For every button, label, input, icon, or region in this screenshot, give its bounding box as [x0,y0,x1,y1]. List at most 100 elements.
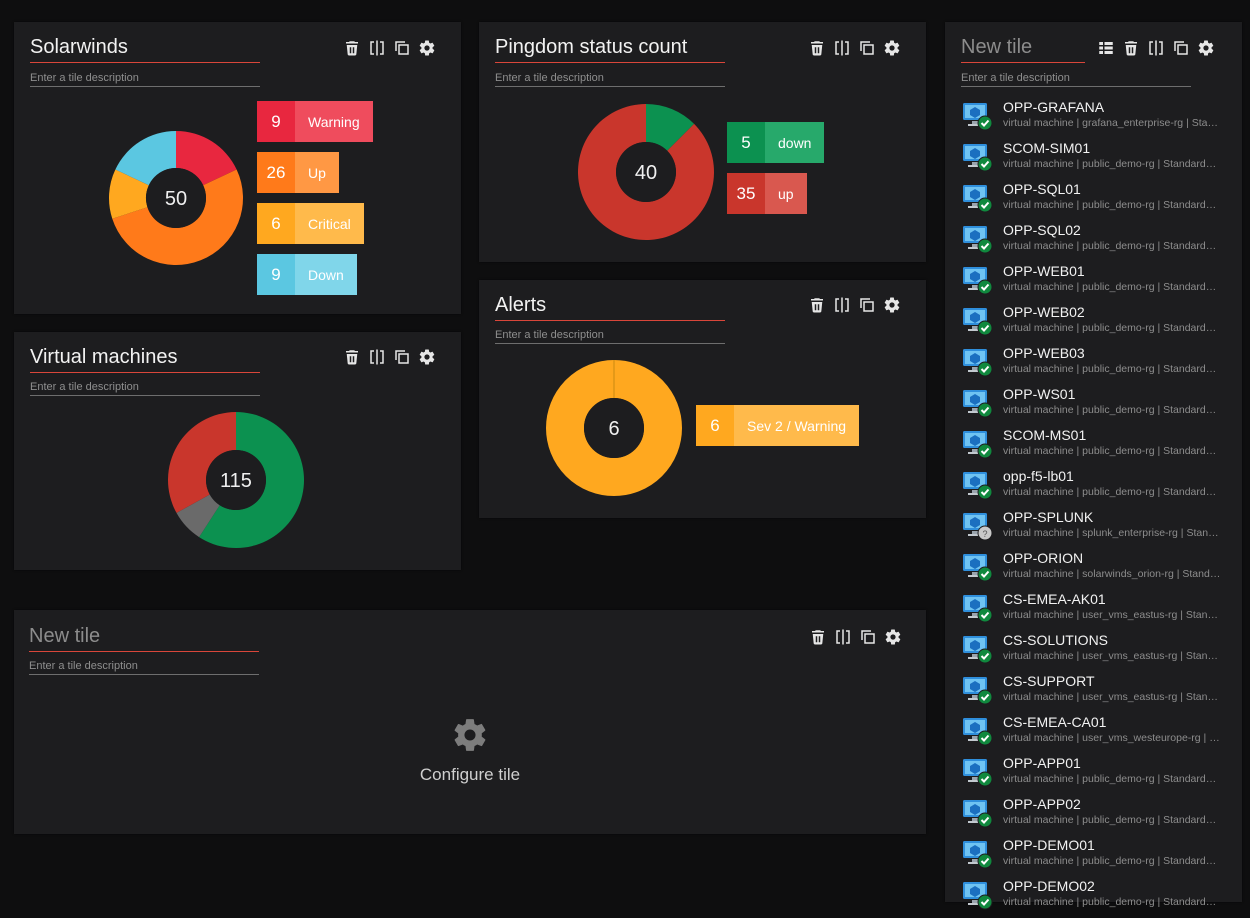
vm-details: virtual machine | public_demo-rg | Stand… [1003,158,1221,170]
legend-count: 6 [696,405,734,446]
configure-tile-button[interactable]: Configure tile [14,716,926,785]
donut-total: 40 [635,162,657,184]
legend-label: Down [295,254,357,295]
gear-icon[interactable] [884,628,902,646]
list-item-text: OPP-APP02 virtual machine | public_demo-… [1003,795,1221,827]
legend-count: 9 [257,101,295,142]
alerts-donut: 6 [546,360,682,496]
vm-details: virtual machine | user_vms_eastus-rg | S… [1003,691,1221,703]
copy-icon[interactable] [1172,39,1190,57]
vm-healthy-icon [961,673,993,705]
vm-details: virtual machine | public_demo-rg | Stand… [1003,363,1221,375]
list-item-text: opp-f5-lb01 virtual machine | public_dem… [1003,467,1221,499]
tile-description[interactable]: Enter a tile description [961,72,1070,84]
tile-description[interactable]: Enter a tile description [29,660,138,672]
vm-name: OPP-SPLUNK [1003,509,1094,525]
list-item[interactable]: OPP-APP01 virtual machine | public_demo-… [961,754,1231,795]
list-item[interactable]: SCOM-SIM01 virtual machine | public_demo… [961,139,1231,180]
vm-details: virtual machine | user_vms_eastus-rg | S… [1003,650,1221,662]
legend-count: 6 [257,203,295,244]
copy-icon[interactable] [859,628,877,646]
list-item-text: OPP-DEMO02 virtual machine | public_demo… [1003,877,1221,909]
tile-title[interactable]: New tile [961,36,1032,59]
vm-name: OPP-DEMO01 [1003,837,1095,853]
vm-name: SCOM-MS01 [1003,427,1087,443]
trash-icon[interactable] [809,628,827,646]
list-item-text: OPP-DEMO01 virtual machine | public_demo… [1003,836,1221,868]
list-item-text: OPP-WS01 virtual machine | public_demo-r… [1003,385,1221,417]
split-icon[interactable] [834,628,852,646]
description-underline [29,674,259,675]
donut-total: 6 [608,418,619,440]
list-item[interactable]: OPP-WEB01 virtual machine | public_demo-… [961,262,1231,303]
list-item[interactable]: OPP-GRAFANA virtual machine | grafana_en… [961,98,1231,139]
tile-solarwinds: Solarwinds Enter a tile description 50 9… [14,22,461,314]
solarwinds-donut: 50 [109,131,244,266]
trash-icon[interactable] [1122,39,1140,57]
split-icon[interactable] [1147,39,1165,57]
vm-healthy-icon [961,427,993,459]
vm-name: OPP-GRAFANA [1003,99,1105,115]
vm-details: virtual machine | public_demo-rg | Stand… [1003,445,1221,457]
legend-item[interactable]: 26 Up [257,152,373,193]
tile-title[interactable]: New tile [29,625,100,648]
tile-toolbar [809,628,902,646]
list-item[interactable]: OPP-SQL02 virtual machine | public_demo-… [961,221,1231,262]
vm-healthy-icon [961,591,993,623]
vm-details: virtual machine | public_demo-rg | Stand… [1003,322,1221,334]
list-item-text: OPP-WEB01 virtual machine | public_demo-… [1003,262,1221,294]
list-item[interactable]: OPP-APP02 virtual machine | public_demo-… [961,795,1231,836]
list-item-text: SCOM-SIM01 virtual machine | public_demo… [1003,139,1221,171]
legend-item[interactable]: 9 Warning [257,101,373,142]
gear-icon [454,719,486,751]
vm-name: OPP-WS01 [1003,386,1076,402]
legend-item[interactable]: 6 Critical [257,203,373,244]
list-item[interactable]: OPP-DEMO01 virtual machine | public_demo… [961,836,1231,877]
vm-details: virtual machine | public_demo-rg | Stand… [1003,814,1221,826]
vm-healthy-icon [961,222,993,254]
donut-total: 50 [165,188,187,210]
title-underline [29,651,259,652]
vm-healthy-icon [961,263,993,295]
title-underline [961,62,1085,63]
legend-item[interactable]: 35 up [727,173,824,214]
vm-healthy-icon [961,632,993,664]
list-item[interactable]: CS-SUPPORT virtual machine | user_vms_ea… [961,672,1231,713]
list-item[interactable]: opp-f5-lb01 virtual machine | public_dem… [961,467,1231,508]
legend-label: Warning [295,101,373,142]
vm-details: virtual machine | user_vms_eastus-rg | S… [1003,609,1221,621]
alerts-legend: 6 Sev 2 / Warning [696,405,860,456]
vm-healthy-icon [961,796,993,828]
vm-name: opp-f5-lb01 [1003,468,1074,484]
list-item[interactable]: OPP-SQL01 virtual machine | public_demo-… [961,180,1231,221]
gear-icon[interactable] [1197,39,1215,57]
legend-item[interactable]: 9 Down [257,254,373,295]
vm-name: CS-SUPPORT [1003,673,1095,689]
vm-name: CS-EMEA-CA01 [1003,714,1107,730]
vm-details: virtual machine | public_demo-rg | Stand… [1003,281,1221,293]
list-view-icon[interactable] [1097,39,1115,57]
list-item[interactable]: OPP-DEMO02 virtual machine | public_demo… [961,877,1231,918]
legend-count: 9 [257,254,295,295]
vm-details: virtual machine | public_demo-rg | Stand… [1003,855,1221,867]
legend-item[interactable]: 6 Sev 2 / Warning [696,405,860,446]
legend-item[interactable]: 5 down [727,122,825,163]
list-item-text: OPP-WEB03 virtual machine | public_demo-… [1003,344,1221,376]
list-item-text: OPP-ORION virtual machine | solarwinds_o… [1003,549,1221,581]
list-item-text: OPP-SQL02 virtual machine | public_demo-… [1003,221,1221,253]
tile-virtual-machines: Virtual machines Enter a tile descriptio… [14,332,461,570]
vm-details: virtual machine | grafana_enterprise-rg … [1003,117,1221,129]
list-item[interactable]: OPP-WS01 virtual machine | public_demo-r… [961,385,1231,426]
list-item[interactable]: CS-EMEA-CA01 virtual machine | user_vms_… [961,713,1231,754]
list-item[interactable]: OPP-WEB03 virtual machine | public_demo-… [961,344,1231,385]
list-item[interactable]: OPP-ORION virtual machine | solarwinds_o… [961,549,1231,590]
vm-healthy-icon [961,140,993,172]
configure-tile-label: Configure tile [419,765,521,784]
list-item[interactable]: CS-EMEA-AK01 virtual machine | user_vms_… [961,590,1231,631]
solarwinds-legend: 9 Warning 26 Up 6 Critical 9 Down [257,101,373,305]
vm-details: virtual machine | public_demo-rg | Stand… [1003,199,1221,211]
list-item[interactable]: ? OPP-SPLUNK virtual machine | splunk_en… [961,508,1231,549]
list-item[interactable]: SCOM-MS01 virtual machine | public_demo-… [961,426,1231,467]
list-item[interactable]: CS-SOLUTIONS virtual machine | user_vms_… [961,631,1231,672]
list-item[interactable]: OPP-WEB02 virtual machine | public_demo-… [961,303,1231,344]
